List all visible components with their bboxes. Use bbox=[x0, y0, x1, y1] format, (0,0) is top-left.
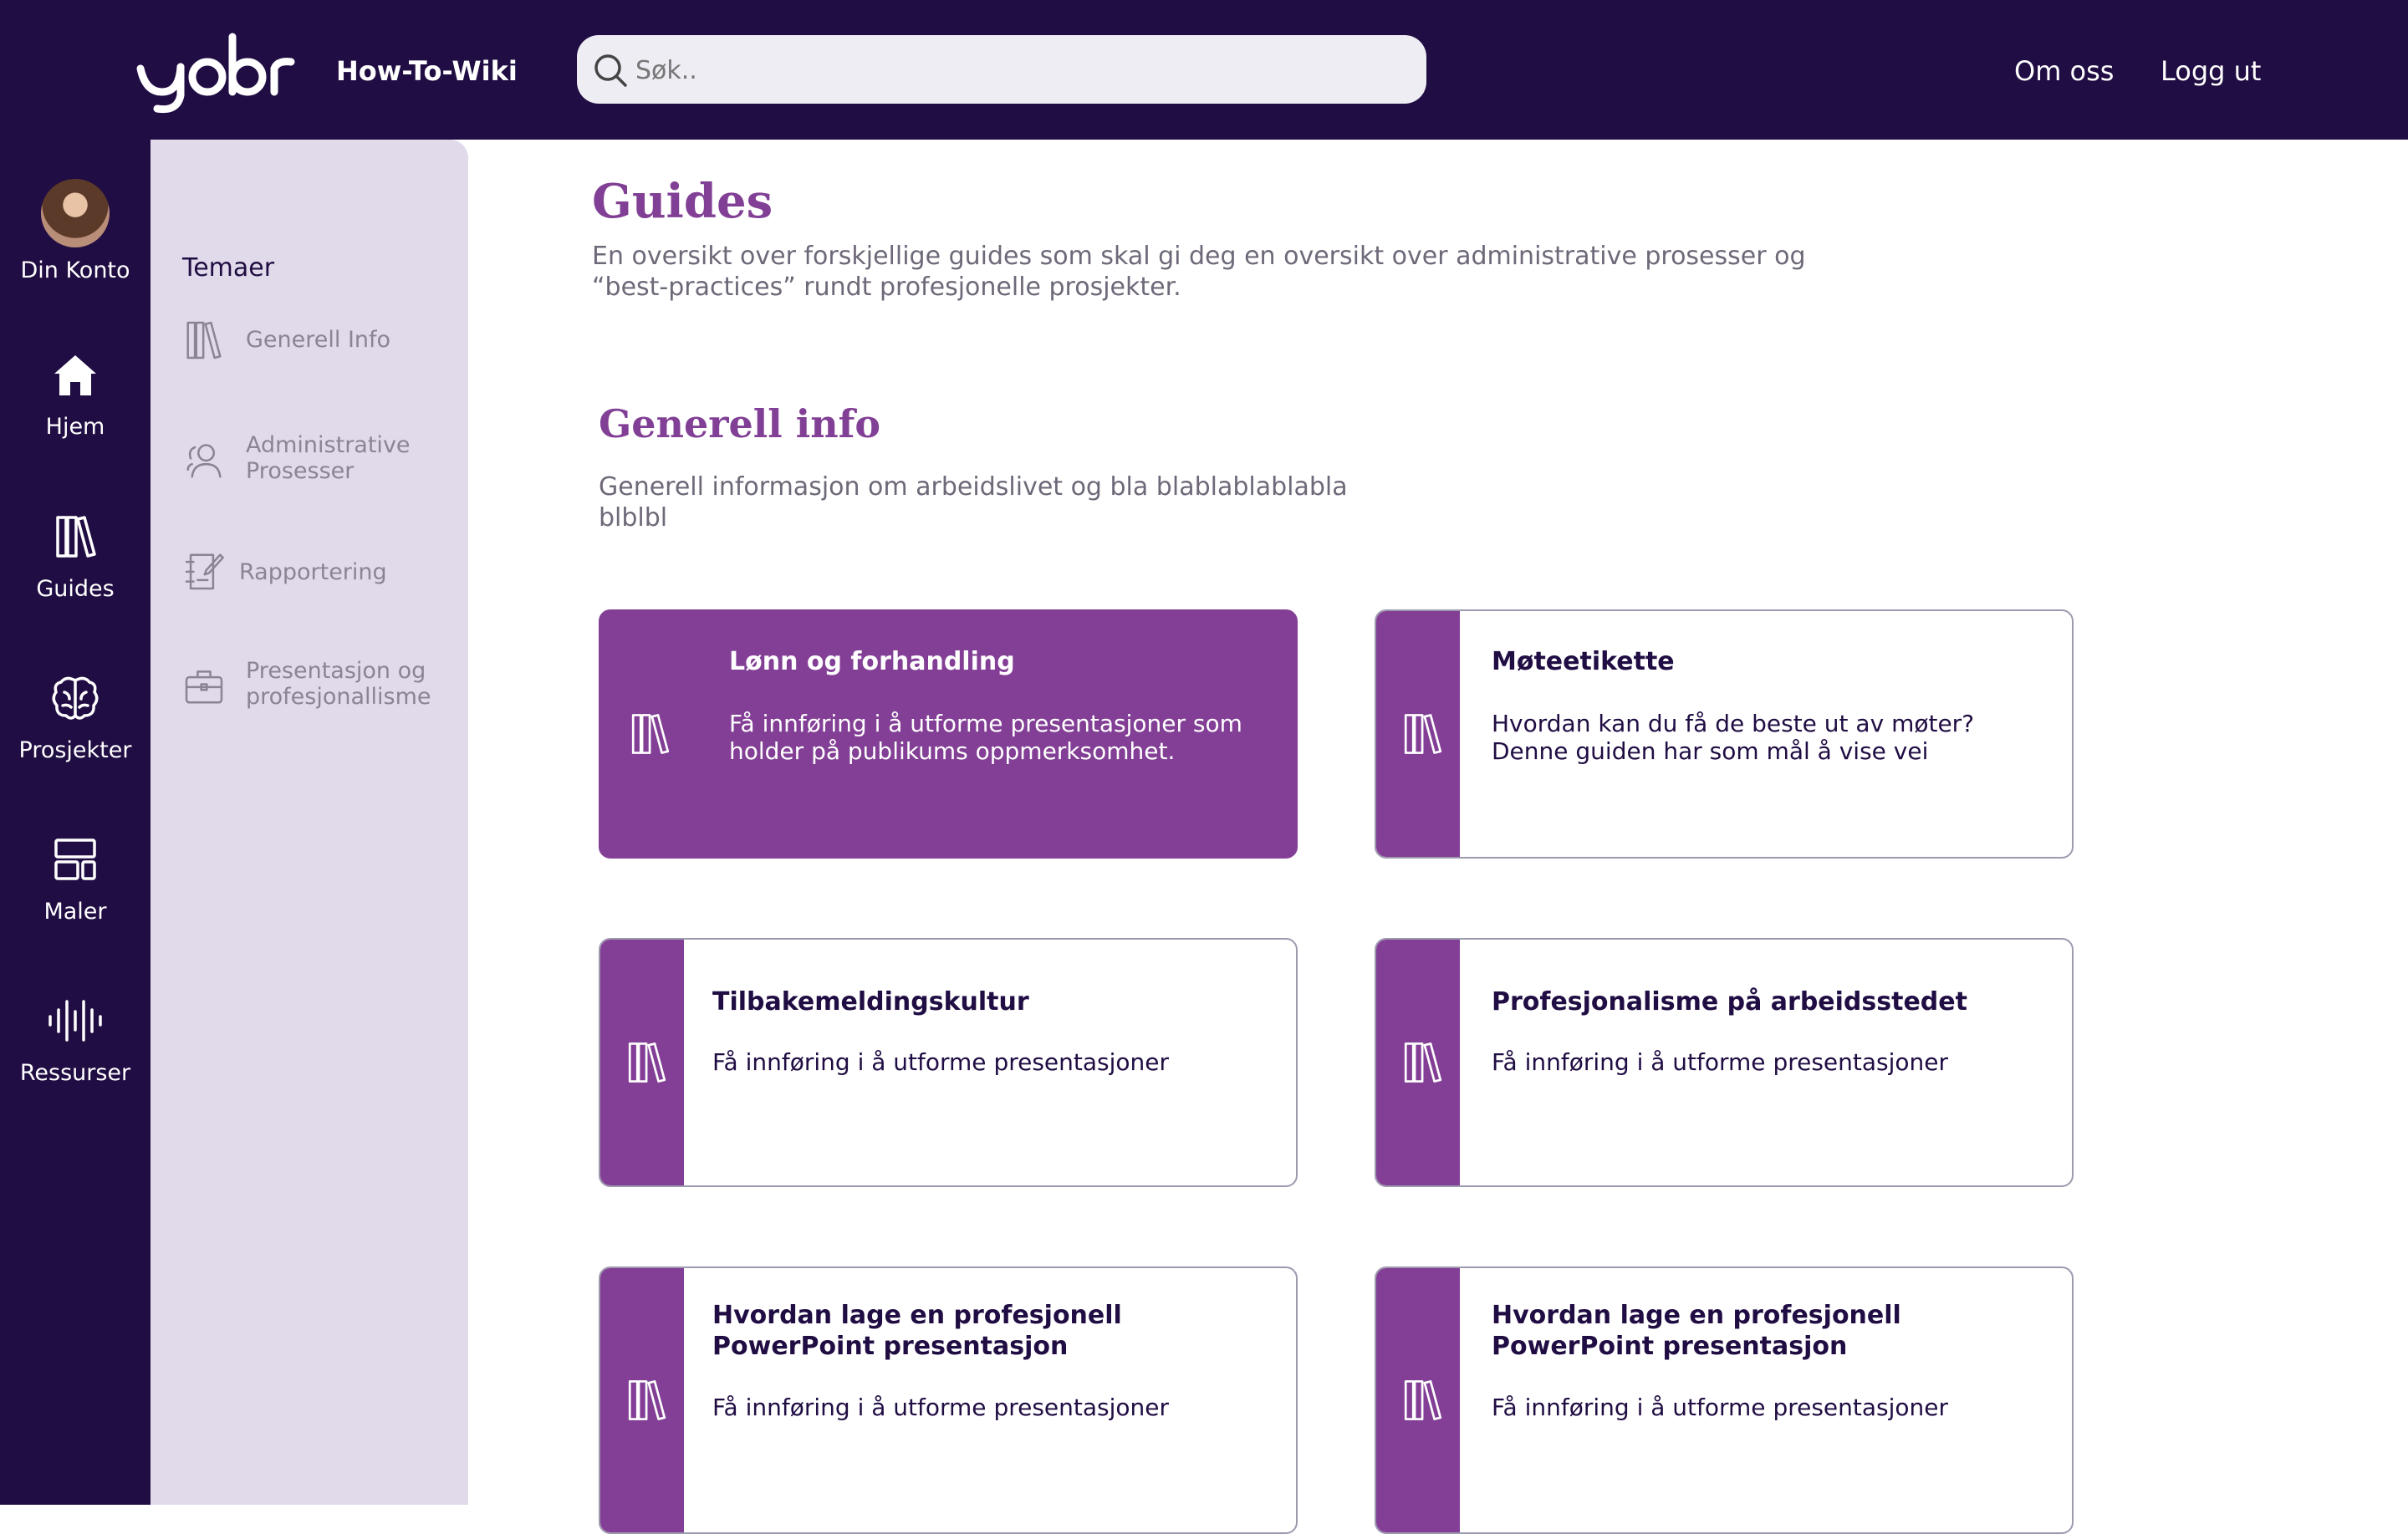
page-description: En oversikt over forskjellige guides som… bbox=[592, 242, 1806, 302]
template-icon bbox=[54, 838, 96, 880]
yobr-logo[interactable] bbox=[134, 25, 301, 115]
books-icon bbox=[628, 1380, 666, 1420]
panel-item-label: Generell Info bbox=[246, 327, 391, 353]
books-icon bbox=[628, 1042, 666, 1083]
panel-item-rapportering[interactable]: Rapportering bbox=[182, 549, 433, 596]
rail-item-projects[interactable]: Prosjekter bbox=[0, 672, 150, 763]
guide-card[interactable]: Hvordan lage en profesjonell PowerPoint … bbox=[1375, 1266, 2074, 1534]
panel-item-administrative[interactable]: Administrative Prosesser bbox=[182, 432, 433, 491]
rail-label: Maler bbox=[43, 899, 107, 925]
panel-item-label: Presentasjon og profesjonallisme bbox=[246, 658, 431, 710]
panel-title: Temaer bbox=[182, 253, 275, 283]
guide-card[interactable]: Tilbakemeldingskultur Få innføring i å u… bbox=[599, 938, 1298, 1187]
card-title: Hvordan lage en profesjonell PowerPoint … bbox=[712, 1301, 1122, 1361]
rail-item-templates[interactable]: Maler bbox=[0, 833, 150, 925]
card-strip bbox=[600, 940, 684, 1185]
card-strip bbox=[1376, 611, 1460, 857]
rail-item-guides[interactable]: Guides bbox=[0, 511, 150, 602]
card-title: Hvordan lage en profesjonell PowerPoint … bbox=[1492, 1301, 1901, 1361]
card-description: Få innføring i å utforme presentasjoner … bbox=[729, 710, 1242, 765]
books-icon bbox=[631, 714, 670, 754]
section-description: Generell informasjon om arbeidslivet og … bbox=[599, 472, 1348, 533]
rail-label: Guides bbox=[36, 576, 115, 602]
avatar bbox=[41, 179, 110, 247]
rail-label: Ressurser bbox=[19, 1060, 131, 1086]
books-icon bbox=[186, 321, 222, 359]
guide-card[interactable]: Hvordan lage en profesjonell PowerPoint … bbox=[599, 1266, 1298, 1534]
card-title: Lønn og forhandling bbox=[729, 647, 1015, 676]
rail-label: Prosjekter bbox=[18, 737, 132, 763]
search-input[interactable] bbox=[634, 35, 1406, 105]
rail-item-home[interactable]: Hjem bbox=[0, 349, 150, 440]
guide-card[interactable]: Møteetikette Hvordan kan du få de beste … bbox=[1375, 609, 2074, 859]
card-strip bbox=[600, 611, 684, 857]
about-link[interactable]: Om oss bbox=[2014, 55, 2114, 87]
rail-label: Hjem bbox=[45, 414, 105, 440]
books-icon bbox=[1404, 714, 1442, 754]
notebook-icon bbox=[185, 553, 224, 590]
rail-label: Din Konto bbox=[20, 257, 130, 283]
page-title: Guides bbox=[592, 174, 773, 229]
home-icon bbox=[54, 355, 96, 395]
icon-rail: Din Konto Hjem Guides Prosjekter Maler R… bbox=[0, 140, 150, 1505]
card-strip bbox=[600, 1268, 684, 1532]
books-icon bbox=[1404, 1042, 1442, 1083]
search-bar[interactable] bbox=[577, 35, 1426, 105]
guide-card[interactable]: Lønn og forhandling Få innføring i å utf… bbox=[599, 609, 1298, 859]
panel-item-presentasjon[interactable]: Presentasjon og profesjonallisme bbox=[182, 658, 433, 716]
rail-item-resources[interactable]: Ressurser bbox=[0, 995, 150, 1086]
app-title: How-To-Wiki bbox=[336, 55, 518, 87]
card-title: Tilbakemeldingskultur bbox=[712, 987, 1029, 1017]
card-description: Få innføring i å utforme presentasjoner bbox=[1492, 1048, 1949, 1076]
card-title: Møteetikette bbox=[1492, 647, 1675, 676]
topic-panel: Temaer Generell Info Administrative Pros… bbox=[150, 140, 468, 1505]
brain-icon bbox=[52, 676, 99, 720]
audio-wave-icon bbox=[48, 1000, 102, 1042]
card-description: Få innføring i å utforme presentasjoner bbox=[712, 1394, 1170, 1421]
books-icon bbox=[56, 516, 96, 558]
briefcase-icon bbox=[185, 670, 223, 704]
card-strip bbox=[1376, 1268, 1460, 1532]
books-icon bbox=[1404, 1380, 1442, 1420]
logout-link[interactable]: Logg ut bbox=[2161, 55, 2261, 87]
users-icon bbox=[186, 444, 222, 478]
card-description: Få innføring i å utforme presentasjoner bbox=[712, 1048, 1170, 1076]
card-title: Profesjonalisme på arbeidsstedet bbox=[1492, 987, 1967, 1017]
card-description: Hvordan kan du få de beste ut av møter? … bbox=[1492, 710, 1975, 765]
top-bar: How-To-Wiki Om oss Logg ut bbox=[0, 0, 2408, 140]
guide-card[interactable]: Profesjonalisme på arbeidsstedet Få innf… bbox=[1375, 938, 2074, 1187]
rail-item-account[interactable]: Din Konto bbox=[0, 179, 150, 283]
panel-item-label: Administrative Prosesser bbox=[246, 432, 411, 484]
panel-item-label: Rapportering bbox=[239, 559, 387, 585]
card-description: Få innføring i å utforme presentasjoner bbox=[1492, 1394, 1949, 1421]
section-title: Generell info bbox=[599, 401, 881, 446]
panel-item-generell-info[interactable]: Generell Info bbox=[182, 319, 433, 365]
search-icon bbox=[594, 54, 627, 87]
card-strip bbox=[1376, 940, 1460, 1185]
